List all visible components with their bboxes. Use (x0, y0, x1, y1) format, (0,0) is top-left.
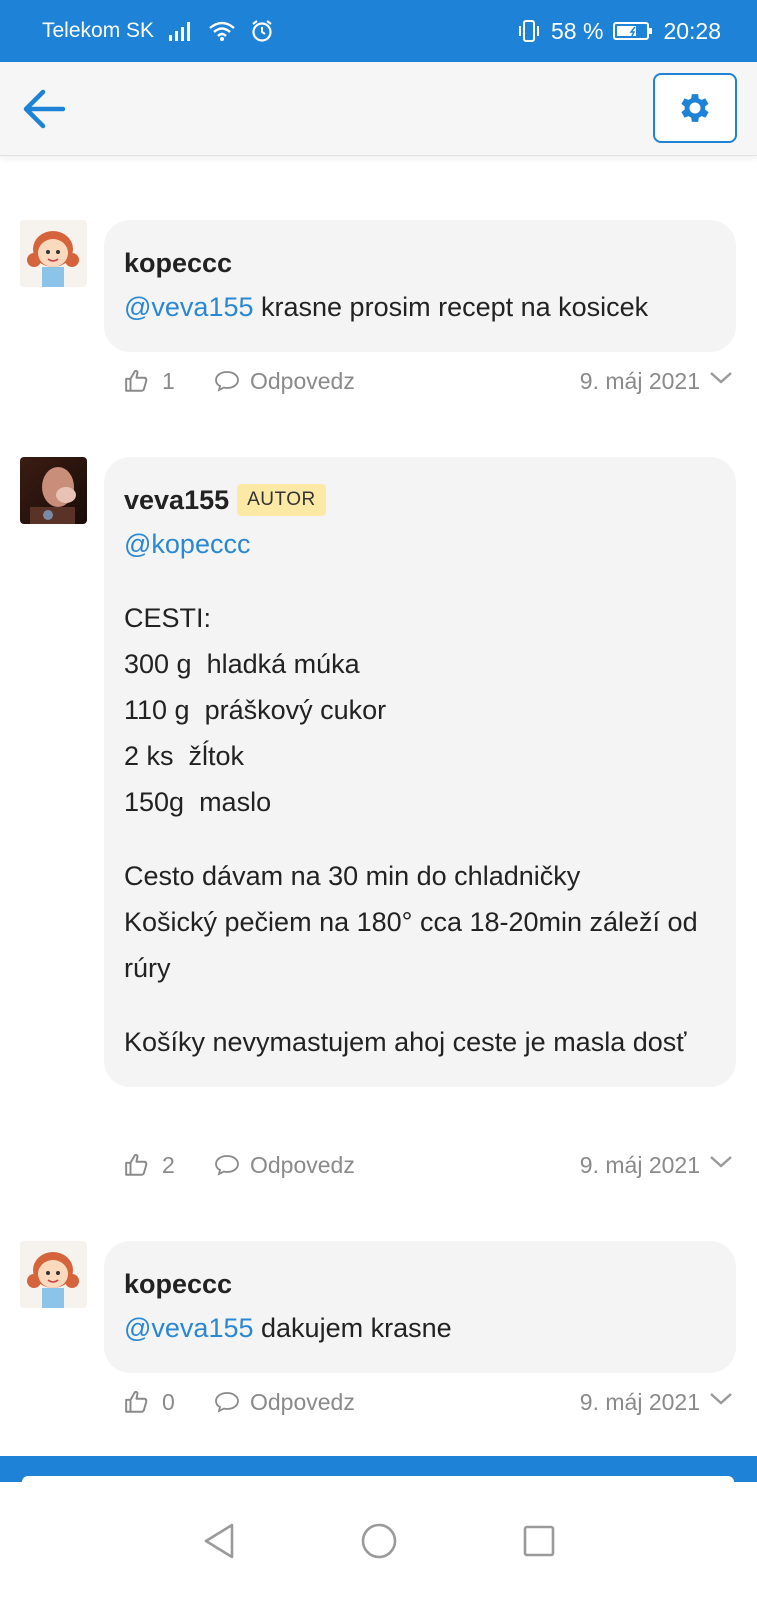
nav-home-button[interactable] (354, 1516, 404, 1566)
reply-button[interactable]: Odpovedz (214, 1389, 355, 1416)
avatar[interactable] (20, 457, 87, 524)
clipped-previous-actions (126, 157, 726, 167)
app-bar (0, 62, 757, 156)
avatar[interactable] (20, 220, 87, 287)
author-badge: AUTOR (237, 484, 326, 516)
photo-avatar-icon (20, 457, 87, 524)
battery-icon (613, 20, 653, 42)
mention-link[interactable]: @kopeccc (124, 529, 250, 559)
comment-date: 9. máj 2021 (579, 1388, 700, 1415)
comment-line: Cesto dávam na 30 min do chladničky (124, 861, 581, 891)
comment-body: krasne prosim recept na kosicek (261, 292, 649, 322)
comment-date: 9. máj 2021 (579, 1151, 700, 1178)
arrow-left-icon (23, 89, 65, 129)
like-button[interactable]: 0 (124, 1389, 214, 1416)
comment-text: @veva155 krasne prosim recept na kosicek (124, 284, 716, 330)
alarm-icon (250, 19, 274, 43)
comment-bubble: kopeccc @veva155 krasne prosim recept na… (104, 220, 736, 352)
settings-button[interactable] (653, 73, 737, 143)
cartoon-girl-avatar-icon (20, 220, 87, 287)
carrier-name: Telekom SK (42, 19, 155, 42)
like-button[interactable]: 2 (124, 1152, 214, 1179)
reply-label: Odpovedz (250, 367, 355, 394)
nav-recents-button[interactable] (514, 1516, 564, 1566)
comment-paragraph: CESTI: 300 g hladká múka 110 g práškový … (124, 595, 716, 825)
mention-link[interactable]: @veva155 (124, 1313, 254, 1343)
mention-link[interactable]: @veva155 (124, 292, 254, 322)
like-count: 1 (162, 367, 175, 394)
comment-bubble: veva155 AUTOR @kopeccc CESTI: 300 g hlad… (104, 457, 736, 1087)
chevron-down-icon[interactable] (708, 1386, 734, 1413)
comments-list: kopeccc @veva155 krasne prosim recept na… (0, 157, 757, 1487)
comment-body: dakujem krasne (261, 1313, 452, 1343)
like-count: 2 (162, 1151, 175, 1178)
circle-home-icon (361, 1523, 396, 1559)
chevron-down-icon[interactable] (708, 365, 734, 392)
comment-text: @veva155 dakujem krasne (124, 1305, 716, 1351)
square-recents-icon (523, 1525, 554, 1557)
comment-text: @kopeccc CESTI: 300 g hladká múka 110 g … (124, 521, 716, 1065)
speech-bubble-icon (215, 1392, 239, 1413)
triangle-back-icon (204, 1523, 233, 1559)
bottom-input-bar (0, 1456, 757, 1484)
reply-label: Odpovedz (250, 1151, 355, 1178)
comment-author[interactable]: veva155 (124, 485, 229, 516)
chevron-down-icon[interactable] (708, 1149, 734, 1176)
comment-author[interactable]: kopeccc (124, 1269, 232, 1300)
comment-paragraph: Cesto dávam na 30 min do chladničky Koši… (124, 853, 716, 991)
avatar[interactable] (20, 1241, 87, 1308)
comment-line: CESTI: (124, 603, 212, 633)
comment-line: Košíky nevymastujem ahoj ceste je masla … (124, 1027, 687, 1057)
battery-percent: 58 % (551, 17, 604, 44)
signal-icon (168, 20, 194, 42)
comment-line: Košický pečiem na 180° cca 18-20min zále… (124, 907, 698, 983)
comment-author[interactable]: kopeccc (124, 248, 232, 279)
back-button[interactable] (14, 80, 72, 138)
reply-label: Odpovedz (250, 1388, 355, 1415)
comment-actions: 2 Odpovedz 9. máj 2021 (124, 1145, 732, 1185)
gear-icon (681, 94, 709, 122)
nav-back-button[interactable] (194, 1516, 244, 1566)
thumbs-up-icon (125, 1153, 148, 1176)
reply-button[interactable]: Odpovedz (214, 368, 355, 395)
reply-button[interactable]: Odpovedz (214, 1152, 355, 1179)
thumbs-up-icon (125, 1390, 148, 1413)
comment-date: 9. máj 2021 (579, 367, 700, 394)
comment-paragraph: Košíky nevymastujem ahoj ceste je masla … (124, 1019, 716, 1065)
comment-line: 110 g práškový cukor (124, 695, 387, 725)
comment-bubble: kopeccc @veva155 dakujem krasne (104, 1241, 736, 1373)
clock-time: 20:28 (663, 17, 721, 44)
comment-actions: 1 Odpovedz 9. máj 2021 (124, 361, 732, 401)
status-bar: Telekom SK 58 % 20:28 (0, 0, 757, 62)
comment-line: 300 g hladká múka (124, 649, 360, 679)
like-button[interactable]: 1 (124, 368, 214, 395)
cartoon-girl-avatar-icon (20, 1241, 87, 1308)
wifi-icon (208, 20, 236, 42)
comment-line: 2 ks žĺtok (124, 741, 245, 771)
comment-line: 150g maslo (124, 787, 272, 817)
thumbs-up-icon (125, 369, 148, 392)
like-count: 0 (162, 1388, 175, 1415)
vibrate-icon (517, 18, 541, 44)
system-nav-bar (0, 1482, 757, 1600)
speech-bubble-icon (215, 371, 239, 392)
comment-actions: 0 Odpovedz 9. máj 2021 (124, 1382, 732, 1422)
speech-bubble-icon (215, 1155, 239, 1176)
